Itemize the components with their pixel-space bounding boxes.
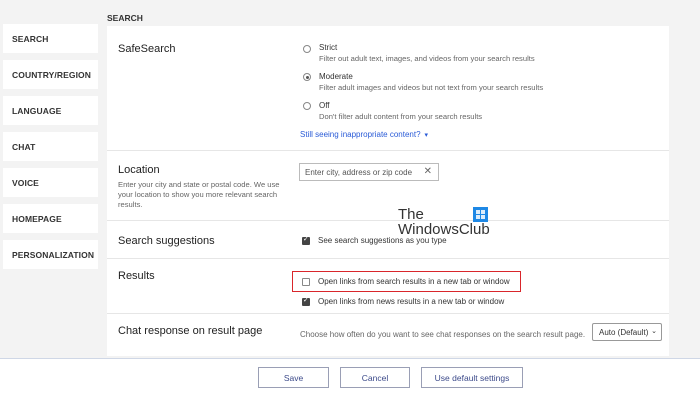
sidebar-item-country-region[interactable]: COUNTRY/REGION xyxy=(3,60,98,89)
safesearch-moderate-title: Moderate xyxy=(319,72,353,81)
safesearch-moderate-option: Moderate Filter adult images and videos … xyxy=(319,72,543,92)
location-input[interactable]: Enter city, address or zip code ✕ xyxy=(299,163,439,181)
chevron-down-icon: ▾ xyxy=(424,131,429,139)
sidebar-item-label: SEARCH xyxy=(12,33,49,44)
safesearch-moderate-desc: Filter adult images and videos but not t… xyxy=(319,83,544,92)
news-new-tab-label: Open links from news results in a new ta… xyxy=(318,297,505,306)
safesearch-label: SafeSearch xyxy=(118,43,176,55)
safesearch-strict-option: Strict Filter out adult text, images, an… xyxy=(319,43,535,63)
location-row: Location Enter your city and state or po… xyxy=(107,152,669,221)
watermark-line2: WindowsClub xyxy=(398,221,490,238)
safesearch-off-desc: Don't filter adult content from your sea… xyxy=(319,112,483,121)
sidebar-item-label: HOMEPAGE xyxy=(12,213,62,224)
results-label: Results xyxy=(118,270,155,282)
safesearch-strict-desc: Filter out adult text, images, and video… xyxy=(319,54,535,63)
sidebar-item-personalization[interactable]: PERSONALIZATION xyxy=(3,240,98,269)
footer-bar: Save Cancel Use default settings xyxy=(0,358,700,396)
sidebar-item-label: COUNTRY/REGION xyxy=(12,69,92,80)
results-new-tab-label: Open links from search results in a new … xyxy=(318,277,510,286)
location-label: Location xyxy=(118,164,160,176)
safesearch-off-option: Off Don't filter adult content from your… xyxy=(319,101,482,121)
sidebar-item-homepage[interactable]: HOMEPAGE xyxy=(3,204,98,233)
sidebar-item-language[interactable]: LANGUAGE xyxy=(3,96,98,125)
chat-response-desc: Choose how often do you want to see chat… xyxy=(300,330,586,339)
chevron-down-icon: ⌄ xyxy=(651,327,657,335)
sidebar-item-voice[interactable]: VOICE xyxy=(3,168,98,197)
inappropriate-content-link[interactable]: Still seeing inappropriate content? ▾ xyxy=(300,130,428,139)
safesearch-row: SafeSearch Strict Filter out adult text,… xyxy=(107,26,669,151)
sidebar-item-label: CHAT xyxy=(12,141,36,152)
results-row: Results Open links from search results i… xyxy=(107,260,669,314)
chat-response-select[interactable]: Auto (Default) ⌄ xyxy=(592,323,662,341)
location-placeholder: Enter city, address or zip code xyxy=(305,168,413,177)
chat-response-label: Chat response on result page xyxy=(118,325,263,337)
safesearch-strict-title: Strict xyxy=(319,43,338,52)
windows-logo-icon xyxy=(473,207,488,222)
watermark: The WindowsClub xyxy=(398,207,490,237)
search-suggestions-checkbox[interactable] xyxy=(302,235,310,245)
use-default-settings-button[interactable]: Use default settings xyxy=(421,367,523,388)
search-suggestions-row: Search suggestions See search suggestion… xyxy=(107,222,669,259)
safesearch-off-radio[interactable] xyxy=(303,102,311,110)
close-icon[interactable]: ✕ xyxy=(424,166,432,177)
settings-panel: SafeSearch Strict Filter out adult text,… xyxy=(107,26,669,356)
search-suggestions-label: Search suggestions xyxy=(118,235,215,247)
sidebar-item-search[interactable]: SEARCH xyxy=(3,24,98,53)
sidebar-item-label: LANGUAGE xyxy=(12,105,62,116)
safesearch-moderate-radio[interactable] xyxy=(303,73,311,81)
news-new-tab-checkbox[interactable] xyxy=(302,296,310,306)
sidebar: SEARCH COUNTRY/REGION LANGUAGE CHAT VOIC… xyxy=(3,24,98,276)
inappropriate-content-link-text: Still seeing inappropriate content? xyxy=(300,130,421,139)
chat-response-row: Chat response on result page Choose how … xyxy=(107,315,669,356)
safesearch-strict-radio[interactable] xyxy=(303,45,311,53)
sidebar-item-label: PERSONALIZATION xyxy=(12,249,95,260)
sidebar-item-chat[interactable]: CHAT xyxy=(3,132,98,161)
save-button[interactable]: Save xyxy=(258,367,329,388)
cancel-button[interactable]: Cancel xyxy=(340,367,410,388)
chat-response-selected: Auto (Default) xyxy=(599,328,649,337)
sidebar-item-label: VOICE xyxy=(12,177,39,188)
location-desc: Enter your city and state or postal code… xyxy=(118,180,280,209)
results-new-tab-checkbox[interactable] xyxy=(302,278,310,286)
safesearch-off-title: Off xyxy=(319,101,330,110)
section-title: SEARCH xyxy=(107,13,143,23)
